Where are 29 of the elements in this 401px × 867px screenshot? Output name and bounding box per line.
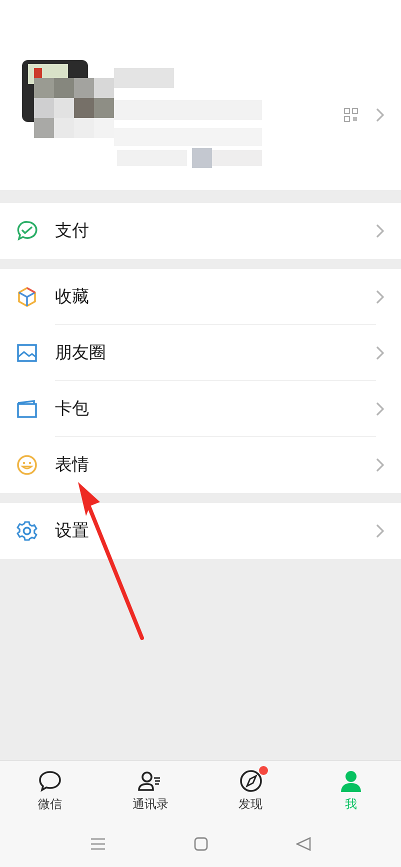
wallet-icon [16, 398, 38, 420]
chevron-icon [376, 346, 385, 360]
qr-code-icon [344, 108, 358, 122]
square-icon [194, 837, 208, 851]
chat-icon [37, 769, 64, 793]
chevron-icon [376, 224, 385, 238]
menu-item[interactable]: 表情 [0, 437, 401, 493]
chevron-icon [376, 290, 385, 304]
chevron-icon [376, 458, 385, 472]
menu-item[interactable]: 朋友圈 [0, 325, 401, 381]
image-icon [16, 342, 38, 364]
tab[interactable]: 微信 [0, 761, 100, 821]
chevron-icon [376, 402, 385, 416]
smiley-icon [16, 454, 38, 476]
triangle-icon [296, 837, 311, 851]
menu-item[interactable]: 支付 [0, 203, 401, 259]
profile-card[interactable] [0, 0, 401, 190]
menu-icon [90, 837, 106, 851]
menu-item[interactable]: 收藏 [0, 269, 401, 325]
chevron-icon [376, 524, 385, 538]
cube-icon [16, 286, 38, 308]
settings-icon [16, 520, 38, 542]
menu-item[interactable]: 设置 [0, 503, 401, 559]
tab[interactable]: 通讯录 [100, 761, 200, 821]
tab[interactable]: 发现 [200, 761, 301, 821]
menu-item[interactable]: 卡包 [0, 381, 401, 437]
chevron-icon [376, 108, 385, 122]
chat-check-icon [16, 220, 38, 242]
compass-icon [238, 769, 264, 793]
